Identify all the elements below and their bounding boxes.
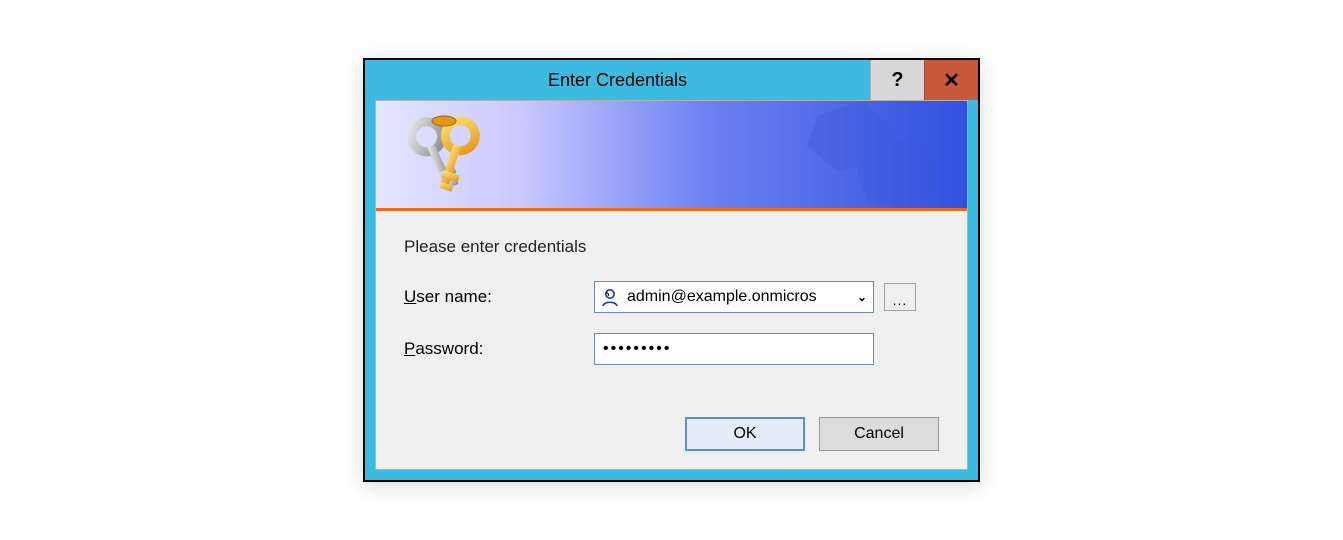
- password-label: Password:: [404, 339, 594, 359]
- titlebar: Enter Credentials ? ✕: [365, 60, 978, 100]
- dialog-body: Please enter credentials User name:: [365, 100, 978, 480]
- help-button[interactable]: ?: [870, 60, 924, 100]
- banner: [376, 101, 967, 211]
- close-button[interactable]: ✕: [924, 60, 978, 100]
- username-row: User name: admin@example.onmicros ⌄: [404, 279, 939, 315]
- chevron-down-icon: ⌄: [851, 290, 873, 304]
- cancel-button[interactable]: Cancel: [819, 417, 939, 451]
- credentials-dialog: Enter Credentials ? ✕: [363, 58, 980, 482]
- browse-button[interactable]: ...: [884, 283, 916, 311]
- username-label-text: ser name:: [416, 287, 492, 306]
- keys-icon: [398, 109, 494, 205]
- password-row: Password:: [404, 331, 939, 367]
- password-label-accel: P: [404, 339, 415, 358]
- user-icon: [599, 286, 621, 308]
- banner-watermark-icon: [717, 101, 967, 211]
- close-icon: ✕: [943, 68, 960, 93]
- dialog-inner: Please enter credentials User name:: [375, 100, 968, 470]
- username-label: User name:: [404, 287, 594, 307]
- titlebar-controls: ? ✕: [870, 60, 978, 100]
- username-label-accel: U: [404, 287, 416, 306]
- password-label-text: assword:: [415, 339, 483, 358]
- username-value: admin@example.onmicros: [625, 288, 851, 306]
- help-icon: ?: [891, 69, 903, 92]
- window-title: Enter Credentials: [365, 60, 870, 100]
- prompt-text: Please enter credentials: [404, 237, 939, 257]
- username-combobox[interactable]: admin@example.onmicros ⌄: [594, 281, 874, 313]
- browse-label: ...: [893, 292, 908, 308]
- button-row: OK Cancel: [376, 393, 967, 469]
- ok-button[interactable]: OK: [685, 417, 805, 451]
- password-input[interactable]: [594, 333, 874, 365]
- form-area: Please enter credentials User name:: [376, 211, 967, 393]
